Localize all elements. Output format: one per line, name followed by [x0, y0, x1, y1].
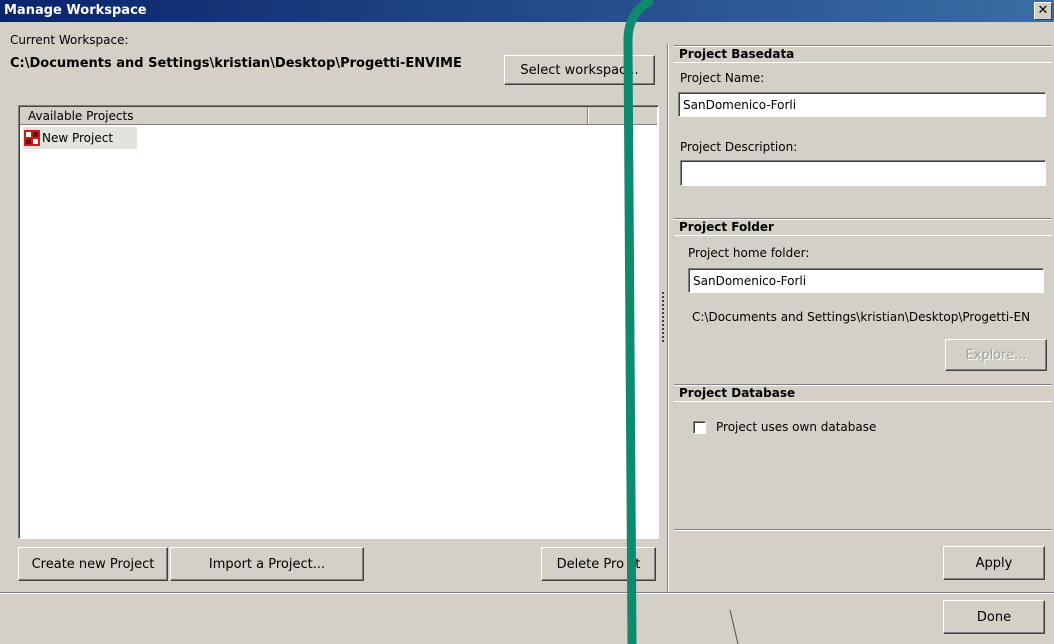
own-database-label: Project uses own database	[716, 420, 877, 434]
annotation-line	[729, 609, 739, 644]
project-folder-path: C:\Documents and Settings\kristian\Deskt…	[692, 310, 1031, 324]
workspace-path: C:\Documents and Settings\kristian\Deskt…	[10, 56, 462, 71]
list-item[interactable]: New Project	[23, 127, 137, 149]
column-divider[interactable]	[631, 107, 633, 124]
project-name-label: Project Name:	[680, 71, 765, 85]
title-bar: Manage Workspace ✕	[0, 0, 1054, 22]
close-button[interactable]: ✕	[1034, 2, 1052, 20]
basedata-section-header: Project Basedata	[674, 45, 1052, 63]
column-header-available-projects[interactable]: Available Projects	[28, 109, 133, 123]
done-button[interactable]: Done	[943, 600, 1045, 634]
splitter-grip[interactable]	[662, 292, 664, 342]
folder-section-header: Project Folder	[674, 218, 1052, 236]
import-project-button[interactable]: Import a Project...	[170, 547, 364, 581]
project-icon	[24, 130, 40, 146]
column-divider[interactable]	[587, 107, 589, 124]
own-database-checkbox[interactable]	[693, 421, 706, 434]
create-project-button[interactable]: Create new Project	[18, 547, 168, 581]
current-workspace-label: Current Workspace:	[10, 33, 129, 47]
list-item-label: New Project	[42, 131, 114, 145]
project-home-folder-label: Project home folder:	[688, 246, 810, 260]
database-section-header: Project Database	[674, 384, 1052, 402]
project-home-folder-field[interactable]	[688, 268, 1044, 293]
divider	[0, 592, 1054, 594]
close-icon: ✕	[1037, 3, 1049, 18]
project-name-field[interactable]	[678, 92, 1046, 117]
explore-button[interactable]: Explore...	[945, 339, 1047, 371]
projects-list-header: Available Projects	[20, 107, 657, 125]
project-description-label: Project Description:	[680, 140, 798, 154]
select-workspace-button[interactable]: Select workspac...	[504, 55, 655, 85]
apply-button[interactable]: Apply	[943, 546, 1045, 580]
window-title: Manage Workspace	[4, 3, 147, 18]
divider	[674, 529, 1052, 531]
splitter[interactable]	[667, 44, 669, 592]
delete-project-button[interactable]: Delete Pro ct	[541, 547, 656, 581]
project-description-field[interactable]	[680, 160, 1046, 186]
projects-list[interactable]: Available Projects New Project	[18, 105, 659, 539]
